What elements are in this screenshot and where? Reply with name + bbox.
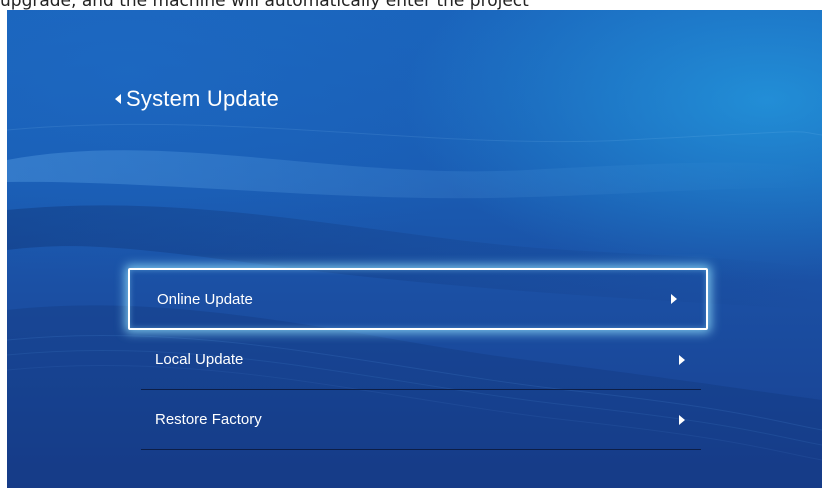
menu-item-label: Restore Factory <box>155 411 262 428</box>
top-caption-text: upgrade, and the machine will automatica… <box>0 0 529 10</box>
page-title: System Update <box>126 86 280 111</box>
menu-item-label: Local Update <box>155 351 244 368</box>
menu-item-online-update[interactable]: Online Update <box>128 268 708 330</box>
menu-item-label: Online Update <box>157 290 253 308</box>
system-update-screen: System Update Online Update Local Update… <box>7 10 822 488</box>
chevron-right-icon <box>679 414 685 425</box>
menu-item-restore-factory[interactable]: Restore Factory <box>141 390 701 450</box>
top-caption-strip: upgrade, and the machine will automatica… <box>0 0 822 10</box>
back-arrow-icon[interactable] <box>115 94 121 104</box>
chevron-right-icon <box>679 354 685 365</box>
menu-item-local-update[interactable]: Local Update <box>141 330 701 390</box>
page-header: System Update <box>115 84 279 114</box>
chevron-right-icon <box>671 294 677 304</box>
update-menu: Online Update Local Update Restore Facto… <box>128 268 708 450</box>
